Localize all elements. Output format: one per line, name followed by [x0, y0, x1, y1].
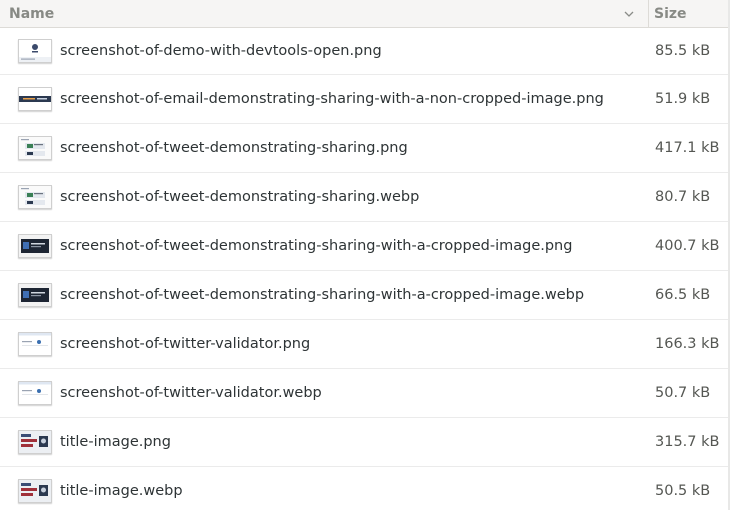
file-name: title-image.webp [60, 483, 183, 499]
column-header-bar: Name Size [0, 0, 730, 28]
file-name: screenshot-of-demo-with-devtools-open.pn… [60, 43, 382, 59]
tweet-thumbnail-icon [19, 137, 51, 159]
file-size: 51.9 kB [655, 91, 711, 107]
file-size: 400.7 kB [655, 238, 720, 254]
file-row[interactable]: screenshot-of-tweet-demonstrating-sharin… [0, 222, 730, 271]
file-thumbnail [18, 283, 52, 307]
file-row[interactable]: screenshot-of-email-demonstrating-sharin… [0, 75, 730, 124]
name-column-header[interactable]: Name [0, 0, 649, 27]
file-size: 315.7 kB [655, 434, 720, 450]
file-thumbnail [18, 234, 52, 258]
devtools-thumbnail-icon [19, 40, 51, 62]
file-name: screenshot-of-twitter-validator.png [60, 336, 311, 352]
file-thumbnail [18, 479, 52, 503]
size-column-label: Size [654, 5, 687, 22]
file-thumbnail [18, 39, 52, 63]
file-row[interactable]: title-image.png 315.7 kB [0, 418, 730, 467]
file-name: screenshot-of-tweet-demonstrating-sharin… [60, 140, 408, 156]
size-column-header[interactable]: Size [649, 0, 730, 27]
file-size: 417.1 kB [655, 140, 720, 156]
file-size: 50.7 kB [655, 385, 711, 401]
file-size: 80.7 kB [655, 189, 711, 205]
file-thumbnail [18, 136, 52, 160]
tweet-thumbnail-icon [19, 186, 51, 208]
validator-thumbnail-icon [19, 382, 51, 404]
file-row[interactable]: screenshot-of-twitter-validator.png 166.… [0, 320, 730, 369]
file-size: 85.5 kB [655, 43, 711, 59]
dark-thumbnail-icon [19, 235, 51, 257]
file-size: 166.3 kB [655, 336, 720, 352]
sort-chevron-down-icon[interactable] [622, 7, 636, 21]
file-size: 50.5 kB [655, 483, 711, 499]
file-name: title-image.png [60, 434, 171, 450]
file-name: screenshot-of-tweet-demonstrating-sharin… [60, 238, 573, 254]
file-thumbnail [18, 430, 52, 454]
file-name: screenshot-of-tweet-demonstrating-sharin… [60, 189, 420, 205]
file-thumbnail [18, 87, 52, 111]
file-row[interactable]: screenshot-of-tweet-demonstrating-sharin… [0, 124, 730, 173]
file-thumbnail [18, 332, 52, 356]
file-size: 66.5 kB [655, 287, 711, 303]
file-rows: screenshot-of-demo-with-devtools-open.pn… [0, 28, 730, 510]
file-row[interactable]: screenshot-of-demo-with-devtools-open.pn… [0, 28, 730, 75]
file-row[interactable]: screenshot-of-tweet-demonstrating-sharin… [0, 271, 730, 320]
file-name: screenshot-of-tweet-demonstrating-sharin… [60, 287, 585, 303]
banner-thumbnail-icon [19, 88, 51, 110]
name-column-label: Name [9, 5, 55, 22]
file-row[interactable]: title-image.webp 50.5 kB [0, 467, 730, 510]
dark-thumbnail-icon [19, 284, 51, 306]
file-name: screenshot-of-email-demonstrating-sharin… [60, 91, 604, 107]
title-thumbnail-icon [19, 480, 51, 502]
validator-thumbnail-icon [19, 333, 51, 355]
file-row[interactable]: screenshot-of-twitter-validator.webp 50.… [0, 369, 730, 418]
file-list-view: Name Size screenshot-of-demo-with-devtoo… [0, 0, 730, 510]
file-thumbnail [18, 381, 52, 405]
file-row[interactable]: screenshot-of-tweet-demonstrating-sharin… [0, 173, 730, 222]
file-thumbnail [18, 185, 52, 209]
title-thumbnail-icon [19, 431, 51, 453]
file-name: screenshot-of-twitter-validator.webp [60, 385, 322, 401]
